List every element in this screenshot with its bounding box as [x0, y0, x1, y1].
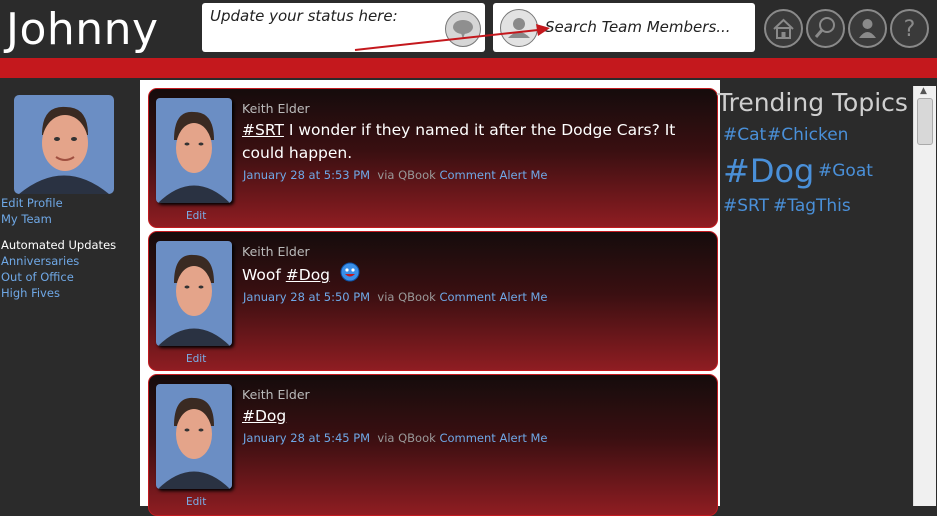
post-text: Woof #Dog — [242, 262, 712, 289]
alert-me-link[interactable]: Alert Me — [499, 290, 547, 304]
app-title: Johnny — [6, 4, 159, 55]
anniversaries-link[interactable]: Anniversaries — [1, 254, 79, 268]
post-timestamp[interactable]: January 28 at 5:50 PM — [243, 290, 370, 304]
post-source: via QBook — [377, 431, 436, 445]
post-author[interactable]: Keith Elder — [242, 244, 310, 259]
author-avatar[interactable] — [156, 241, 232, 346]
scrollbar-thumb[interactable] — [917, 98, 933, 145]
post-timestamp[interactable]: January 28 at 5:45 PM — [243, 431, 370, 445]
post-timestamp[interactable]: January 28 at 5:53 PM — [243, 168, 370, 182]
comment-link[interactable]: Comment — [439, 290, 495, 304]
my-team-link[interactable]: My Team — [1, 212, 52, 226]
trend-tag-chicken[interactable]: #Chicken — [767, 125, 848, 145]
home-icon[interactable] — [764, 9, 803, 48]
scroll-up-arrow-icon[interactable]: ▲ — [920, 86, 927, 96]
svg-text:?: ? — [904, 17, 916, 42]
post-message: I wonder if they named it after the Dodg… — [242, 121, 676, 162]
comment-link[interactable]: Comment — [439, 431, 495, 445]
search-icon[interactable] — [806, 9, 845, 48]
trend-tag-srt[interactable]: #SRT — [723, 196, 769, 216]
high-fives-link[interactable]: High Fives — [1, 286, 60, 300]
post-author[interactable]: Keith Elder — [242, 387, 310, 402]
smiley-emoticon-icon — [340, 262, 360, 289]
automated-updates-heading: Automated Updates — [1, 238, 117, 252]
post-source: via QBook — [377, 290, 436, 304]
post-edit-link[interactable]: Edit — [186, 353, 206, 365]
header-red-bar — [0, 58, 937, 78]
profile-icon[interactable] — [848, 9, 887, 48]
trend-tag-tagthis[interactable]: #TagThis — [773, 196, 851, 216]
trending-panel: Trending Topics #Cat #Chicken #Dog #Goat… — [717, 86, 910, 506]
post-meta: January 28 at 5:45 PM via QBook Comment … — [243, 431, 547, 445]
trend-tag-goat[interactable]: #Goat — [818, 161, 873, 181]
out-of-office-link[interactable]: Out of Office — [1, 270, 74, 284]
comment-link[interactable]: Comment — [439, 168, 495, 182]
post-message: Woof — [242, 266, 286, 284]
search-placeholder: Search Team Members... — [545, 18, 731, 36]
hashtag-link[interactable]: #Dog — [286, 266, 330, 284]
trending-title: Trending Topics — [717, 88, 908, 117]
vertical-scrollbar[interactable]: ▲ — [913, 86, 936, 506]
post-meta: January 28 at 5:53 PM via QBook Comment … — [243, 168, 547, 182]
post-meta: January 28 at 5:50 PM via QBook Comment … — [243, 290, 547, 304]
post-text: #SRT I wonder if they named it after the… — [242, 119, 712, 165]
header-bar: Johnny Update your status here: Search T… — [0, 0, 937, 58]
feed-post: Edit Keith Elder #Dog January 28 at 5:45… — [148, 374, 718, 516]
hashtag-link[interactable]: #Dog — [242, 407, 286, 425]
trend-tag-cat[interactable]: #Cat — [723, 125, 766, 145]
post-edit-link[interactable]: Edit — [186, 210, 206, 222]
author-avatar[interactable] — [156, 384, 232, 489]
post-source: via QBook — [377, 168, 436, 182]
annotation-arrow — [354, 24, 550, 51]
status-feed: Edit Keith Elder #SRT I wonder if they n… — [140, 80, 720, 516]
alert-me-link[interactable]: Alert Me — [499, 431, 547, 445]
edit-profile-link[interactable]: Edit Profile — [1, 196, 63, 210]
trend-tag-dog[interactable]: #Dog — [723, 152, 814, 190]
author-avatar[interactable] — [156, 98, 232, 203]
post-text: #Dog — [242, 405, 712, 428]
post-edit-link[interactable]: Edit — [186, 496, 206, 508]
left-sidebar: Edit Profile My Team Automated Updates A… — [0, 80, 136, 506]
feed-post: Edit Keith Elder Woof #Dog January 28 at… — [148, 231, 718, 371]
help-icon[interactable]: ? — [890, 9, 929, 48]
hashtag-link[interactable]: #SRT — [242, 121, 284, 139]
feed-post: Edit Keith Elder #SRT I wonder if they n… — [148, 88, 718, 228]
alert-me-link[interactable]: Alert Me — [499, 168, 547, 182]
post-author[interactable]: Keith Elder — [242, 101, 310, 116]
profile-avatar[interactable] — [14, 95, 114, 194]
